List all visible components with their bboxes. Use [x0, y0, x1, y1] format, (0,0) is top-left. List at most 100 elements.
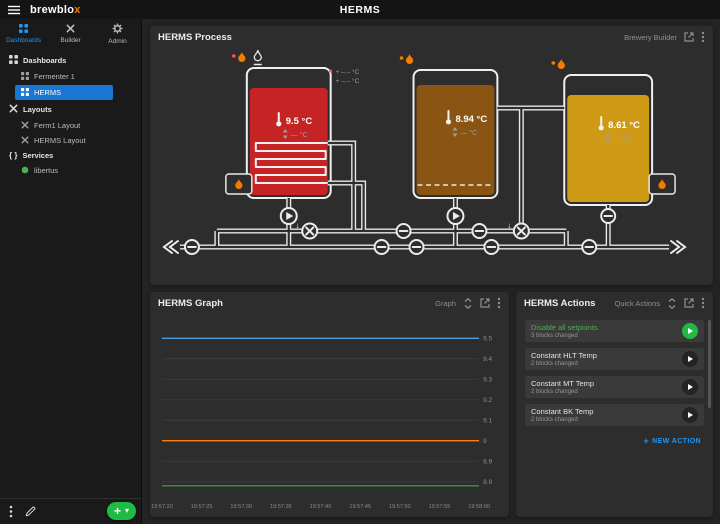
- topbar: brewblox HERMS: [0, 0, 720, 19]
- plus-icon: +: [643, 436, 649, 446]
- valve[interactable]: [375, 240, 389, 254]
- sidebar-item-ferm1-layout[interactable]: Ferm1 Layout: [0, 118, 141, 133]
- svg-text:9.2: 9.2: [483, 397, 492, 404]
- grid-icon: [21, 72, 29, 82]
- sidebar-item-fermenter-1[interactable]: Fermenter 1: [0, 69, 141, 84]
- tools-icon: [21, 121, 29, 131]
- sidebar-tabs: Dashboards Builder Admin: [0, 19, 141, 49]
- action-detail: 2 blocks changed: [531, 389, 676, 395]
- hlt-setpoint: — °C: [291, 131, 308, 139]
- process-mode-label[interactable]: Brewery Builder: [624, 33, 677, 42]
- action-label: Disable all setpoints: [531, 323, 676, 332]
- alert-dot: [329, 70, 332, 73]
- gear-icon: [112, 23, 123, 36]
- process-diagram[interactable]: ↓ ↓: [150, 48, 713, 285]
- tools-icon: [66, 24, 75, 35]
- tab-admin[interactable]: Admin: [94, 19, 141, 49]
- grid-icon: [19, 24, 28, 35]
- graph-mode-label[interactable]: Graph: [435, 299, 456, 308]
- section-header-dashboards[interactable]: Dashboards: [0, 52, 141, 69]
- quick-action-row[interactable]: Disable all setpoints3 blocks changed: [525, 320, 704, 342]
- valve[interactable]: [397, 224, 411, 238]
- kebab-menu-icon[interactable]: [9, 505, 13, 518]
- open-in-new-icon[interactable]: [684, 32, 694, 42]
- svg-text:19:57:30: 19:57:30: [230, 504, 252, 510]
- process-widget: HERMS Process Brewery Builder: [150, 26, 713, 285]
- kebab-menu-icon[interactable]: [701, 31, 705, 43]
- action-label: Constant HLT Temp: [531, 351, 676, 360]
- flow-arrow: ↓: [296, 221, 300, 230]
- action-text: Disable all setpoints3 blocks changed: [531, 323, 676, 339]
- section-label: Services: [22, 151, 53, 160]
- pump[interactable]: [447, 208, 463, 224]
- run-action-button[interactable]: [682, 351, 698, 367]
- actions-title: HERMS Actions: [524, 298, 595, 309]
- item-label: HERMS: [34, 88, 61, 97]
- kebab-menu-icon[interactable]: [497, 297, 501, 309]
- valve[interactable]: [582, 240, 596, 254]
- hlt-temp: 9.5 °C: [286, 116, 313, 127]
- svg-text:9.1: 9.1: [483, 417, 492, 424]
- flame-icon: [238, 52, 245, 62]
- svg-text:19:57:35: 19:57:35: [270, 504, 292, 510]
- motor-valve[interactable]: [514, 224, 529, 239]
- valve[interactable]: [185, 240, 199, 254]
- flame-icon: [406, 54, 413, 64]
- action-detail: 3 blocks changed: [531, 333, 676, 339]
- svg-text:19:57:45: 19:57:45: [349, 504, 371, 510]
- svg-text:19:57:40: 19:57:40: [310, 504, 332, 510]
- tab-dashboards[interactable]: Dashboards: [0, 19, 47, 49]
- actions-widget: HERMS Actions Quick Actions Disable all …: [516, 292, 713, 517]
- section-header-layouts[interactable]: Layouts: [0, 101, 141, 118]
- tab-label: Builder: [60, 37, 80, 44]
- action-label: Constant BK Temp: [531, 407, 676, 416]
- valve[interactable]: [410, 240, 424, 254]
- run-action-button[interactable]: [682, 407, 698, 423]
- pump[interactable]: [281, 208, 297, 224]
- svg-text:19:58:00: 19:58:00: [468, 504, 490, 510]
- item-label: Ferm1 Layout: [34, 121, 80, 130]
- add-widget-button[interactable]: + ▾: [107, 502, 136, 520]
- quick-action-row[interactable]: Constant BK Temp2 blocks changed: [525, 404, 704, 426]
- run-action-button[interactable]: [682, 379, 698, 395]
- graph-title: HERMS Graph: [158, 298, 223, 309]
- logo-text: brewblo: [30, 4, 74, 16]
- process-header: HERMS Process Brewery Builder: [150, 26, 713, 48]
- sidebar-item-libertus[interactable]: libertus: [0, 163, 141, 178]
- logo-accent: x: [74, 4, 80, 16]
- service-status-icon: [21, 166, 29, 176]
- graph-plot[interactable]: 9.59.49.39.29.198.98.819:57:2019:57:2519…: [150, 314, 509, 517]
- open-in-new-icon[interactable]: [684, 298, 694, 308]
- scrollbar[interactable]: [708, 320, 711, 408]
- quick-action-row[interactable]: Constant MT Temp2 blocks changed: [525, 376, 704, 398]
- run-action-button[interactable]: [682, 323, 698, 339]
- app-logo[interactable]: brewblox: [30, 4, 81, 16]
- section-header-services[interactable]: { } Services: [0, 148, 141, 163]
- unfold-icon[interactable]: [463, 298, 473, 309]
- mt-temp: 8.94 °C: [455, 114, 487, 125]
- tools-icon: [9, 104, 18, 115]
- svg-text:19:57:25: 19:57:25: [191, 504, 213, 510]
- valve[interactable]: [484, 240, 498, 254]
- valve[interactable]: [472, 224, 486, 238]
- edit-pencil-icon[interactable]: [25, 506, 36, 517]
- valve[interactable]: [601, 209, 615, 223]
- sidebar-item-herms-layout[interactable]: HERMS Layout: [0, 133, 141, 148]
- tab-builder[interactable]: Builder: [47, 19, 94, 49]
- kebab-menu-icon[interactable]: [701, 297, 705, 309]
- play-icon: [688, 384, 693, 390]
- mt-liquid: [417, 85, 495, 195]
- quick-action-row[interactable]: Constant HLT Temp2 blocks changed: [525, 348, 704, 370]
- svg-text:8.8: 8.8: [483, 479, 492, 486]
- drain-end-left: [164, 241, 178, 253]
- motor-valve[interactable]: [302, 224, 317, 239]
- open-in-new-icon[interactable]: [480, 298, 490, 308]
- new-action-button[interactable]: + NEW ACTION: [516, 432, 713, 450]
- graph-body: 9.59.49.39.29.198.98.819:57:2019:57:2519…: [150, 314, 509, 517]
- menu-icon[interactable]: [8, 5, 20, 15]
- actions-mode-label[interactable]: Quick Actions: [615, 299, 660, 308]
- unfold-icon[interactable]: [667, 298, 677, 309]
- sidebar-item-herms[interactable]: HERMS: [15, 85, 113, 100]
- svg-text:8.9: 8.9: [483, 458, 492, 465]
- svg-text:19:57:20: 19:57:20: [151, 504, 173, 510]
